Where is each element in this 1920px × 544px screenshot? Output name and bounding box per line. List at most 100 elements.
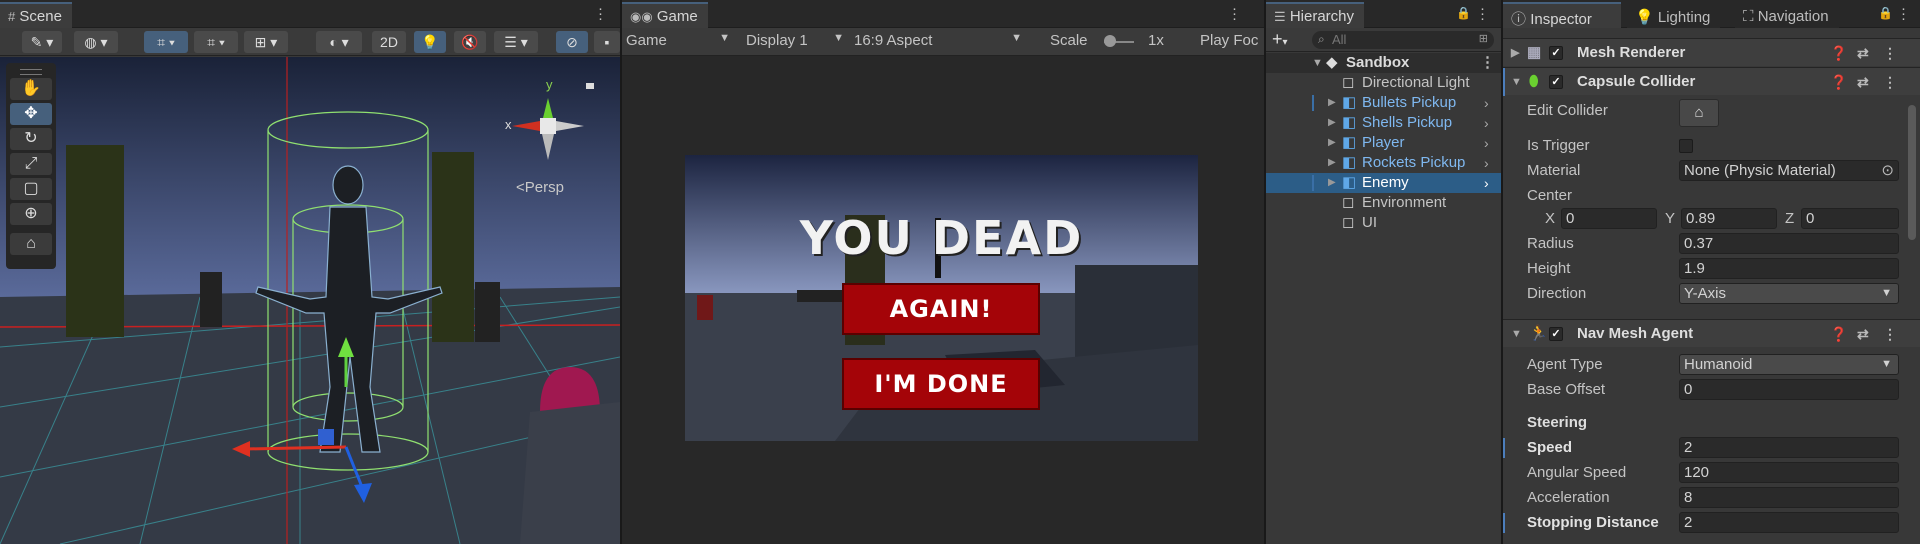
center-z-field[interactable]: 0 (1801, 208, 1899, 229)
mesh-renderer-header[interactable]: ▶ ▦ ✓ Mesh Renderer ❓ ⇄ ⋮ (1503, 38, 1920, 66)
toggle-2d-button[interactable]: 2D (372, 31, 406, 53)
scene-root-menu-icon[interactable]: ⋮ (1480, 53, 1495, 73)
effects-toggle-icon[interactable]: ☰ ▾ (494, 31, 538, 53)
speed-field[interactable]: 2 (1679, 437, 1899, 458)
hand-tool-icon[interactable]: ✋ (10, 78, 52, 100)
acceleration-field[interactable]: 8 (1679, 487, 1899, 508)
nav-mesh-agent-header[interactable]: ▼ 🏃 ✓ Nav Mesh Agent ❓ ⇄ ⋮ (1503, 319, 1920, 347)
expand-arrow-icon[interactable]: ▶ (1328, 93, 1336, 113)
hierarchy-item[interactable]: ▶ › ◧ Player (1266, 133, 1501, 153)
hierarchy-item[interactable]: ▶ › ◧ Shells Pickup (1266, 113, 1501, 133)
increment-snap-button[interactable]: ⊞ ▾ (244, 31, 288, 53)
shading-mode-button[interactable]: ◐ ▾ (316, 31, 362, 53)
tab-hierarchy[interactable]: ☰ Hierarchy (1266, 2, 1365, 28)
open-prefab-arrow-icon[interactable]: › (1484, 173, 1489, 193)
center-x-field[interactable]: 0 (1561, 208, 1657, 229)
foldout-arrow-icon[interactable]: ▼ (1511, 320, 1522, 348)
global-local-button[interactable]: ◍ ▾ (74, 31, 118, 53)
tab-game[interactable]: ◉◉ Game (622, 2, 708, 28)
hidden-objects-icon[interactable]: ⊘ (556, 31, 588, 53)
transform-tool-icon[interactable]: ⊕ (10, 203, 52, 225)
expand-arrow-icon[interactable]: ▶ (1328, 173, 1336, 193)
inspector-menu-icon[interactable]: · · · (1901, 1, 1906, 26)
scene-viewport[interactable]: y x <Persp (0, 57, 620, 544)
preset-icon[interactable]: ⇄ (1857, 39, 1869, 67)
component-menu-icon[interactable]: ⋮ (1883, 39, 1897, 67)
camera-icon[interactable]: ▪ (594, 31, 620, 53)
hierarchy-item[interactable]: ▶ › ◧ Bullets Pickup (1266, 93, 1501, 113)
rect-tool-icon[interactable]: ▢ (10, 178, 52, 200)
aspect-dropdown[interactable]: 16:9 Aspect ▼ (854, 32, 1022, 49)
preset-icon[interactable]: ⇄ (1857, 68, 1869, 96)
inspector-lock-icon[interactable]: 🔒 (1878, 6, 1893, 20)
projection-toggle[interactable]: <Persp (516, 179, 564, 196)
expand-arrow-icon[interactable]: ▼ (1312, 53, 1323, 73)
expand-arrow-icon[interactable]: ▶ (1328, 153, 1336, 173)
lighting-toggle-icon[interactable]: 💡 (414, 31, 446, 53)
help-icon[interactable]: ❓ (1830, 320, 1847, 348)
inspector-scrollbar[interactable] (1908, 105, 1916, 240)
move-tool-icon[interactable]: ✥ (10, 103, 52, 125)
help-icon[interactable]: ❓ (1830, 39, 1847, 67)
preset-icon[interactable]: ⇄ (1857, 320, 1869, 348)
hierarchy-menu-icon[interactable]: · · · (1480, 1, 1485, 26)
scale-slider[interactable]: Scale 1x (1050, 32, 1168, 49)
hierarchy-item[interactable]: ◻ Environment (1266, 193, 1501, 213)
height-field[interactable]: 1.9 (1679, 258, 1899, 279)
game-menu-icon[interactable]: · · · (1232, 1, 1237, 26)
angular-speed-field[interactable]: 120 (1679, 462, 1899, 483)
tab-lighting[interactable]: 💡 Lighting (1627, 2, 1721, 28)
edit-collider-button[interactable]: ⌂ (1679, 99, 1719, 127)
component-menu-icon[interactable]: ⋮ (1883, 68, 1897, 96)
is-trigger-checkbox[interactable] (1679, 139, 1693, 153)
overlay-drag-handle[interactable] (20, 69, 42, 75)
mesh-renderer-enabled-checkbox[interactable]: ✓ (1549, 46, 1563, 60)
again-button[interactable]: AGAIN! (842, 283, 1040, 335)
add-object-button[interactable]: +▾ (1272, 29, 1288, 50)
custom-editor-tool-icon[interactable]: ⌂ (10, 233, 52, 255)
radius-field[interactable]: 0.37 (1679, 233, 1899, 254)
material-field[interactable]: None (Physic Material) ⊙ (1679, 160, 1899, 181)
hierarchy-search[interactable]: ⌕ ⊞ (1312, 31, 1494, 49)
expand-arrow-icon[interactable]: ▶ (1328, 133, 1336, 153)
open-prefab-arrow-icon[interactable]: › (1484, 133, 1489, 153)
game-view[interactable]: YOU DEAD AGAIN! I'M DONE (685, 155, 1198, 441)
display-dropdown[interactable]: Display 1 ▼ (746, 32, 844, 49)
capsule-collider-enabled-checkbox[interactable]: ✓ (1549, 75, 1563, 89)
base-offset-field[interactable]: 0 (1679, 379, 1899, 400)
hierarchy-item[interactable]: ◻ Directional Light (1266, 73, 1501, 93)
play-focused-dropdown[interactable]: Play Foc (1200, 32, 1264, 49)
center-y-field[interactable]: 0.89 (1681, 208, 1777, 229)
hierarchy-item[interactable]: ▶ › ◧ Rockets Pickup (1266, 153, 1501, 173)
rotate-tool-icon[interactable]: ↻ (10, 128, 52, 150)
open-prefab-arrow-icon[interactable]: › (1484, 93, 1489, 113)
tab-scene[interactable]: # Scene (0, 2, 72, 28)
capsule-collider-header[interactable]: ▼ ⬮ ✓ Capsule Collider ❓ ⇄ ⋮ (1503, 67, 1920, 96)
nav-mesh-agent-enabled-checkbox[interactable]: ✓ (1549, 327, 1563, 341)
open-prefab-arrow-icon[interactable]: › (1484, 153, 1489, 173)
grid-snap-button[interactable]: ⌗ ▾ (144, 31, 188, 53)
agent-type-dropdown[interactable]: Humanoid ▼ (1679, 354, 1899, 375)
audio-toggle-icon[interactable]: 🔇 (454, 31, 486, 53)
direction-dropdown[interactable]: Y-Axis ▼ (1679, 283, 1899, 304)
im-done-button[interactable]: I'M DONE (842, 358, 1040, 410)
foldout-arrow-icon[interactable]: ▶ (1511, 39, 1519, 67)
scale-slider-thumb[interactable] (1104, 35, 1116, 47)
game-mode-dropdown[interactable]: Game ▼ (626, 32, 734, 49)
hierarchy-item[interactable]: ▶ › ◧ Enemy (1266, 173, 1501, 193)
scale-tool-icon[interactable]: ⤢ (10, 153, 52, 175)
draw-mode-button[interactable]: ✎ ▾ (22, 31, 62, 53)
hierarchy-search-input[interactable] (1332, 32, 1462, 47)
component-menu-icon[interactable]: ⋮ (1883, 320, 1897, 348)
grid-visibility-button[interactable]: ⌗ ▾ (194, 31, 238, 53)
search-filter-icon[interactable]: ⊞ (1479, 32, 1488, 45)
stopping-distance-field[interactable]: 2 (1679, 512, 1899, 533)
expand-arrow-icon[interactable]: ▶ (1328, 113, 1336, 133)
hierarchy-item[interactable]: ◻ UI (1266, 213, 1501, 233)
help-icon[interactable]: ❓ (1830, 68, 1847, 96)
scene-root-row[interactable]: ▼ ◆ Sandbox ⋮ (1266, 53, 1501, 73)
lock-gizmo-icon[interactable] (586, 83, 594, 89)
lock-icon[interactable]: 🔒 (1456, 6, 1471, 20)
open-prefab-arrow-icon[interactable]: › (1484, 113, 1489, 133)
scene-menu-icon[interactable]: · · · (598, 1, 603, 26)
